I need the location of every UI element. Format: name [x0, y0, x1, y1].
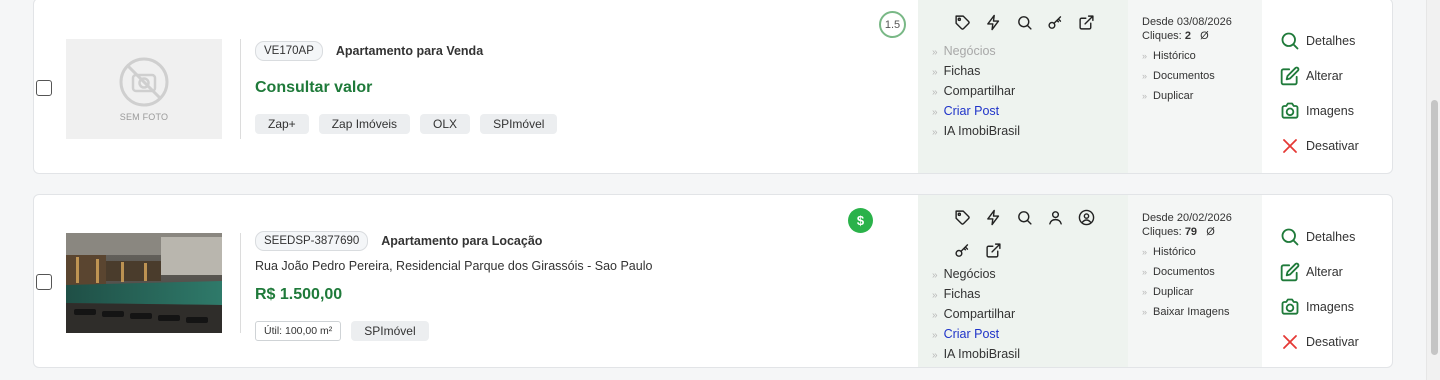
listing-code-badge: SEEDSP-3877690 — [255, 231, 369, 251]
menu-item-criar-post[interactable]: » Criar Post — [932, 101, 1020, 121]
listing-buttons: Detalhes Alterar Imagens Desativar — [1279, 219, 1359, 359]
portal-tag: Zap+ — [255, 114, 309, 134]
actions-menu: » Negócios » Fichas » Compartilhar » Criar P… — [932, 264, 1020, 364]
listing-info: SEEDSP-3877690 Apartamento para Locação … — [255, 231, 652, 341]
no-photo-placeholder: SEM FOTO — [66, 39, 222, 139]
portal-tag: OLX — [420, 114, 471, 134]
images-button[interactable]: Imagens — [1279, 93, 1359, 128]
search-icon[interactable] — [1015, 13, 1034, 32]
search-icon — [1279, 226, 1301, 248]
external-link-icon[interactable] — [1077, 13, 1096, 32]
search-icon[interactable] — [1015, 208, 1034, 227]
no-photo-icon — [119, 57, 169, 107]
edit-button[interactable]: Alterar — [1279, 58, 1359, 93]
portal-tags: Útil: 100,00 m² SPImóvel — [255, 321, 652, 341]
bolt-icon[interactable] — [984, 208, 1003, 227]
history-item-baixar-imagens[interactable]: » Baixar Imagens — [1142, 302, 1229, 322]
since-date: Desde 03/08/2026 — [1142, 16, 1232, 28]
menu-item-negocios[interactable]: » Negócios — [932, 264, 1020, 284]
action-icons — [953, 208, 1103, 260]
details-button[interactable]: Detalhes — [1279, 219, 1359, 254]
key-icon[interactable] — [953, 241, 972, 260]
history-item-historico[interactable]: » Histórico — [1142, 242, 1229, 262]
external-link-icon[interactable] — [984, 241, 1003, 260]
property-type: Apartamento para Locação — [381, 234, 543, 248]
listing-stats: Desde 20/02/2026 Cliques: 79 Ø — [1142, 211, 1232, 239]
history-item-duplicar[interactable]: » Duplicar — [1142, 86, 1215, 106]
portal-tag: SPImóvel — [480, 114, 558, 134]
listing-price: R$ 1.500,00 — [255, 286, 343, 303]
camera-icon — [1279, 296, 1301, 318]
menu-item-compartilhar[interactable]: » Compartilhar — [932, 81, 1020, 101]
details-button[interactable]: Detalhes — [1279, 23, 1359, 58]
listing-card: SEM FOTO VE170AP Apartamento para Venda … — [33, 0, 1393, 174]
edit-icon — [1279, 261, 1301, 283]
menu-item-ia-imobibrasil[interactable]: » IA ImobiBrasil — [932, 121, 1020, 141]
deactivate-button[interactable]: Desativar — [1279, 128, 1359, 163]
listings-page: SEM FOTO VE170AP Apartamento para Venda … — [0, 0, 1440, 380]
close-icon — [1279, 331, 1301, 353]
menu-item-ia-imobibrasil[interactable]: » IA ImobiBrasil — [932, 344, 1020, 364]
listing-address: Rua João Pedro Pereira, Residencial Parq… — [255, 259, 653, 273]
listing-buttons: Detalhes Alterar Imagens Desativar — [1279, 23, 1359, 163]
menu-item-fichas[interactable]: » Fichas — [932, 61, 1020, 81]
images-button[interactable]: Imagens — [1279, 289, 1359, 324]
tag-icon[interactable] — [953, 208, 972, 227]
property-photo — [66, 233, 222, 333]
dollar-badge: $ — [848, 208, 873, 233]
listing-stats: Desde 03/08/2026 Cliques: 2 Ø — [1142, 15, 1232, 43]
scrollbar-thumb[interactable] — [1431, 100, 1438, 355]
menu-item-compartilhar[interactable]: » Compartilhar — [932, 304, 1020, 324]
actions-panel: » Negócios » Fichas » Compartilhar » Criar P… — [918, 0, 1128, 173]
menu-item-fichas[interactable]: » Fichas — [932, 284, 1020, 304]
select-checkbox[interactable] — [36, 274, 52, 290]
portal-tags: Zap+ Zap Imóveis OLX SPImóvel — [255, 114, 558, 134]
quality-score-badge: 1.5 — [879, 11, 906, 38]
user-icon[interactable] — [1046, 208, 1065, 227]
history-item-documentos[interactable]: » Documentos — [1142, 66, 1215, 86]
area-badge: Útil: 100,00 m² — [255, 321, 342, 341]
history-item-historico[interactable]: » Histórico — [1142, 46, 1215, 66]
listing-thumbnail[interactable]: SEM FOTO — [66, 39, 222, 139]
listing-price: Consultar valor — [255, 79, 373, 96]
no-photo-label: SEM FOTO — [119, 112, 169, 122]
listing-code-badge: VE170AP — [255, 41, 323, 61]
bolt-icon[interactable] — [984, 13, 1003, 32]
history-item-duplicar[interactable]: » Duplicar — [1142, 282, 1229, 302]
deactivate-button[interactable]: Desativar — [1279, 324, 1359, 359]
edit-button[interactable]: Alterar — [1279, 254, 1359, 289]
search-icon — [1279, 30, 1301, 52]
menu-item-negocios[interactable]: » Negócios — [932, 41, 1020, 61]
portal-tag: SPImóvel — [351, 321, 429, 341]
since-date: Desde 20/02/2026 — [1142, 212, 1232, 224]
history-item-documentos[interactable]: » Documentos — [1142, 262, 1229, 282]
actions-menu: » Negócios » Fichas » Compartilhar » Criar P… — [932, 41, 1020, 141]
vertical-scrollbar[interactable] — [1426, 0, 1440, 380]
user-circle-icon[interactable] — [1077, 208, 1096, 227]
close-icon — [1279, 135, 1301, 157]
portal-tag: Zap Imóveis — [318, 114, 411, 134]
edit-icon — [1279, 65, 1301, 87]
history-panel: Desde 20/02/2026 Cliques: 79 Ø » Históric… — [1128, 195, 1262, 367]
listing-card: SEEDSP-3877690 Apartamento para Locação … — [33, 194, 1393, 368]
history-panel: Desde 03/08/2026 Cliques: 2 Ø » Histórico… — [1128, 0, 1262, 173]
select-checkbox[interactable] — [36, 80, 52, 96]
divider — [240, 233, 241, 333]
action-icons — [953, 13, 1103, 32]
camera-icon — [1279, 100, 1301, 122]
listing-thumbnail[interactable] — [66, 233, 222, 333]
listing-info: VE170AP Apartamento para Venda Consultar… — [255, 41, 558, 134]
key-icon[interactable] — [1046, 13, 1065, 32]
clicks-row: Cliques: 79 Ø — [1142, 226, 1215, 238]
actions-panel: » Negócios » Fichas » Compartilhar » Criar P… — [918, 195, 1128, 367]
divider — [240, 39, 241, 139]
tag-icon[interactable] — [953, 13, 972, 32]
history-menu: » Histórico » Documentos » Duplicar » Baixar… — [1142, 242, 1229, 322]
history-menu: » Histórico » Documentos » Duplicar — [1142, 46, 1215, 106]
property-type: Apartamento para Venda — [335, 44, 484, 58]
clicks-row: Cliques: 2 Ø — [1142, 30, 1209, 42]
menu-item-criar-post[interactable]: » Criar Post — [932, 324, 1020, 344]
